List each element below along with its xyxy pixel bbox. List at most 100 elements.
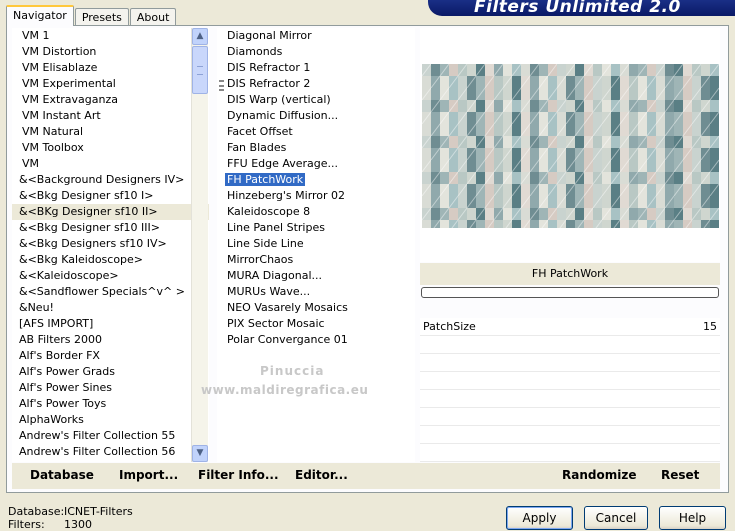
filter-item[interactable]: Fan Blades <box>217 140 415 156</box>
preview-tile <box>503 208 512 220</box>
preview-tile <box>647 112 656 124</box>
category-item[interactable]: VM <box>12 156 209 172</box>
preview-tile <box>638 76 647 88</box>
randomize-button[interactable]: Randomize <box>562 468 636 482</box>
filters-label: Filters: <box>8 518 45 531</box>
import-button[interactable]: Import... <box>119 468 178 482</box>
category-item[interactable]: Andrew's Filter Collection 55 <box>12 428 209 444</box>
help-button[interactable]: Help <box>659 506 726 530</box>
filter-item-label: MURUs Wave... <box>227 285 311 298</box>
category-item[interactable]: VM Experimental <box>12 76 209 92</box>
preview-tile <box>431 160 440 172</box>
preview-tile <box>710 196 719 208</box>
status-info: Database:ICNET-Filters Filters: 1300 <box>8 505 133 531</box>
category-item[interactable]: &<Bkg Designers sf10 IV> <box>12 236 209 252</box>
filter-item[interactable]: Facet Offset <box>217 124 415 140</box>
category-item[interactable]: VM Toolbox <box>12 140 209 156</box>
category-item[interactable]: Alf's Power Sines <box>12 380 209 396</box>
filter-item[interactable]: Polar Convergance 01 <box>217 332 415 348</box>
category-item[interactable]: Alf's Power Grads <box>12 364 209 380</box>
apply-button[interactable]: Apply <box>506 506 573 530</box>
preview-tile <box>476 148 485 160</box>
category-list[interactable]: VM 1 VM Distortion VM Elisablaze VM Experim… <box>12 28 209 462</box>
preview-tile <box>602 220 611 228</box>
preview-tile <box>539 184 548 196</box>
filter-item[interactable]: MURUs Wave... <box>217 284 415 300</box>
category-item[interactable]: VM Natural <box>12 124 209 140</box>
filter-item[interactable]: DIS Refractor 2 <box>217 76 415 92</box>
preview-tile <box>422 220 431 228</box>
preview-tile <box>422 76 431 88</box>
category-item[interactable]: AB Filters 2000 <box>12 332 209 348</box>
category-item[interactable]: Andrew's Filter Collection 56 <box>12 444 209 460</box>
selected-filter-title: FH PatchWork <box>420 263 720 285</box>
param-value[interactable]: 15 <box>703 320 717 333</box>
category-item[interactable]: &<Bkg Kaleidoscope> <box>12 252 209 268</box>
category-item[interactable]: &<Bkg Designer sf10 I> <box>12 188 209 204</box>
filter-item[interactable]: Diagonal Mirror <box>217 28 415 44</box>
preview-tile <box>422 196 431 208</box>
filter-item[interactable]: DIS Warp (vertical) <box>217 92 415 108</box>
category-item[interactable]: &<Background Designers IV> <box>12 172 209 188</box>
tab-presets[interactable]: Presets <box>74 8 129 26</box>
preview-tile <box>494 124 503 136</box>
preview-tile <box>674 148 683 160</box>
category-item[interactable]: VM Elisablaze <box>12 60 209 76</box>
preview-tile <box>647 136 656 148</box>
filter-info-button[interactable]: Filter Info... <box>198 468 279 482</box>
filter-item[interactable]: Dynamic Diffusion... <box>217 108 415 124</box>
category-item[interactable]: [AFS IMPORT] <box>12 316 209 332</box>
filter-item[interactable]: FFU Edge Average... <box>217 156 415 172</box>
preview-tile <box>656 172 665 184</box>
editor-button[interactable]: Editor... <box>295 468 348 482</box>
filter-item[interactable]: NEO Vasarely Mosaics <box>217 300 415 316</box>
category-item[interactable]: &<Kaleidoscope> <box>12 268 209 284</box>
database-button[interactable]: Database <box>30 468 94 482</box>
preview-tile <box>512 100 521 112</box>
filter-item[interactable]: Line Panel Stripes <box>217 220 415 236</box>
category-item[interactable]: VM Instant Art <box>12 108 209 124</box>
preview-tile <box>449 88 458 100</box>
filter-item[interactable]: Diamonds <box>217 44 415 60</box>
preview-tile <box>683 88 692 100</box>
preview-tile <box>503 184 512 196</box>
category-item[interactable]: &<BKg Designer sf10 II> <box>12 204 209 220</box>
category-item[interactable]: VM Extravaganza <box>12 92 209 108</box>
reset-button[interactable]: Reset <box>661 468 699 482</box>
tab-navigator[interactable]: Navigator <box>6 5 74 26</box>
filter-item[interactable]: MirrorChaos <box>217 252 415 268</box>
filter-item[interactable]: Kaleidoscope 8 <box>217 204 415 220</box>
scroll-thumb[interactable] <box>192 46 208 94</box>
preview-tile <box>548 196 557 208</box>
preview-tile <box>449 160 458 172</box>
param-row <box>420 354 720 372</box>
preview-tile <box>440 76 449 88</box>
preview-tile <box>548 172 557 184</box>
category-item[interactable]: Alf's Power Toys <box>12 396 209 412</box>
category-item[interactable]: AlphaWorks <box>12 412 209 428</box>
filter-item[interactable]: Line Side Line <box>217 236 415 252</box>
filter-item[interactable]: DIS Refractor 1 <box>217 60 415 76</box>
filter-item[interactable]: Hinzeberg's Mirror 02 <box>217 188 415 204</box>
category-item[interactable]: VM Distortion <box>12 44 209 60</box>
scroll-down-button[interactable]: ▼ <box>192 445 208 462</box>
param-row[interactable]: PatchSize 15 <box>420 318 720 336</box>
cancel-button[interactable]: Cancel <box>584 506 648 530</box>
preview-tile <box>458 148 467 160</box>
category-item[interactable]: Alf's Border FX <box>12 348 209 364</box>
category-item[interactable]: &Neu! <box>12 300 209 316</box>
scroll-up-button[interactable]: ▲ <box>192 28 208 45</box>
preview-tile <box>584 196 593 208</box>
filter-item[interactable]: MURA Diagonal... <box>217 268 415 284</box>
preview-tile <box>683 112 692 124</box>
category-item[interactable]: &<Bkg Designer sf10 III> <box>12 220 209 236</box>
filter-item-label: FH PatchWork <box>225 173 306 186</box>
category-item[interactable]: &<Sandflower Specials^v^ > <box>12 284 209 300</box>
preview-tile <box>557 88 566 100</box>
filter-item[interactable]: FH PatchWork <box>217 172 415 188</box>
category-item[interactable]: VM 1 <box>12 28 209 44</box>
filter-item[interactable]: PIX Sector Mosaic <box>217 316 415 332</box>
preview-tile <box>620 172 629 184</box>
tab-about[interactable]: About <box>129 8 177 26</box>
preview-tile <box>584 76 593 88</box>
